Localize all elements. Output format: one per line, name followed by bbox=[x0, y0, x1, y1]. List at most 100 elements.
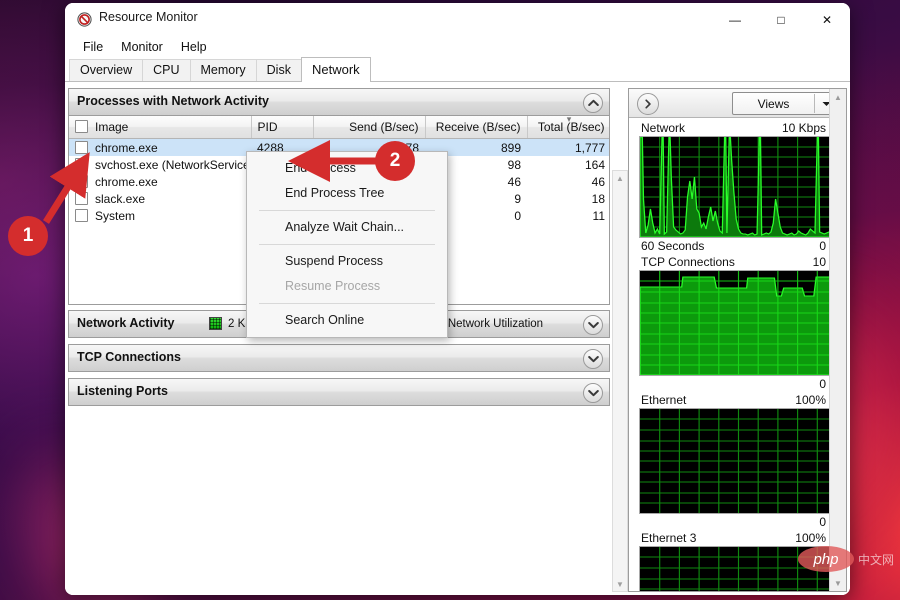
column-header-image[interactable]: Image bbox=[69, 116, 252, 139]
row-checkbox[interactable] bbox=[75, 208, 88, 222]
scroll-up-arrow-icon[interactable]: ▲ bbox=[613, 171, 627, 185]
right-pane-toolbar: Views bbox=[629, 89, 846, 118]
left-pane-scrollbar[interactable]: ▲ ▼ bbox=[612, 170, 628, 592]
table-header-row: Image PID Send (B/sec) Receive (B/sec) ▾… bbox=[69, 116, 609, 139]
tab-underline bbox=[65, 81, 850, 82]
scroll-down-arrow-icon[interactable]: ▼ bbox=[613, 577, 627, 591]
graph-footer-left: 60 Seconds bbox=[641, 239, 705, 253]
maximize-button[interactable]: □ bbox=[758, 3, 804, 36]
sort-descending-icon: ▾ bbox=[566, 116, 572, 124]
menu-item-analyze-wait-chain[interactable]: Analyze Wait Chain... bbox=[247, 215, 447, 240]
tab-strip: Overview CPU Memory Disk Network bbox=[65, 57, 850, 82]
views-button-label: Views bbox=[757, 96, 790, 111]
client-area: Processes with Network Activity Image PI… bbox=[65, 85, 850, 595]
menu-separator bbox=[259, 210, 435, 211]
menu-bar: File Monitor Help bbox=[65, 36, 850, 58]
graph-canvas bbox=[639, 136, 838, 238]
column-header-receive[interactable]: Receive (B/sec) bbox=[425, 116, 528, 139]
cell-total: 1,777 bbox=[527, 138, 609, 156]
watermark: php 中文网 bbox=[797, 546, 894, 572]
minimize-button[interactable]: — bbox=[712, 3, 758, 36]
section-header-tcp-connections[interactable]: TCP Connections bbox=[68, 344, 610, 372]
graph-title: Ethernet 3 bbox=[641, 531, 697, 545]
chevron-down-icon[interactable] bbox=[583, 315, 603, 335]
graph-footer: 60 Seconds 0 bbox=[639, 238, 838, 253]
graph-title: Network bbox=[641, 121, 686, 135]
watermark-suffix: 中文网 bbox=[857, 552, 894, 567]
graph-list: Network 10 Kbps 60 Seconds 0 TCP Connect… bbox=[629, 117, 846, 591]
section-title: Listening Ports bbox=[77, 384, 168, 398]
select-all-checkbox[interactable] bbox=[75, 120, 88, 133]
scroll-up-arrow-icon[interactable]: ▲ bbox=[830, 89, 846, 105]
column-header-send[interactable]: Send (B/sec) bbox=[313, 116, 426, 139]
scroll-down-arrow-icon[interactable]: ▼ bbox=[830, 575, 846, 591]
chevron-right-circle-icon[interactable] bbox=[637, 93, 659, 115]
menu-help[interactable]: Help bbox=[173, 38, 215, 56]
right-pane: Views Network 10 Kbps 60 Seconds 0 TCP C… bbox=[628, 88, 847, 592]
tab-network[interactable]: Network bbox=[300, 57, 371, 82]
graph-title: TCP Connections bbox=[641, 255, 735, 269]
menu-separator bbox=[259, 244, 435, 245]
menu-file[interactable]: File bbox=[75, 38, 111, 56]
chevron-down-icon[interactable] bbox=[583, 349, 603, 369]
chevron-down-icon[interactable] bbox=[583, 383, 603, 403]
section-title: TCP Connections bbox=[77, 350, 181, 364]
graph-max-value: 10 Kbps bbox=[781, 121, 826, 135]
row-checkbox[interactable] bbox=[75, 140, 88, 154]
menu-separator bbox=[259, 303, 435, 304]
cell-total: 46 bbox=[591, 174, 605, 189]
row-checkbox[interactable] bbox=[75, 191, 88, 205]
graph-footer: 0 bbox=[639, 376, 838, 391]
annotation-badge-2: 2 bbox=[375, 141, 415, 181]
graph-ethernet: Ethernet 100% 0 bbox=[639, 393, 838, 529]
graph-min-value: 0 bbox=[819, 377, 826, 391]
menu-item-suspend-process[interactable]: Suspend Process bbox=[247, 249, 447, 274]
cell-image[interactable]: slack.exe bbox=[69, 190, 251, 207]
chevron-up-icon[interactable] bbox=[583, 93, 603, 113]
resource-monitor-icon bbox=[77, 12, 92, 27]
column-header-pid[interactable]: PID bbox=[251, 116, 314, 139]
right-pane-scrollbar[interactable]: ▲ ▼ bbox=[829, 89, 846, 591]
cell-total: 164 bbox=[584, 157, 605, 172]
title-bar: Resource Monitor — □ ✕ bbox=[65, 3, 850, 36]
graph-max-value: 100% bbox=[795, 393, 826, 407]
section-header-processes[interactable]: Processes with Network Activity bbox=[68, 88, 610, 116]
section-title: Processes with Network Activity bbox=[77, 94, 269, 108]
annotation-badge-1: 1 bbox=[8, 216, 48, 256]
graph-network: Network 10 Kbps 60 Seconds 0 bbox=[639, 121, 838, 253]
tab-cpu[interactable]: CPU bbox=[142, 59, 191, 82]
process-context-menu: End Process End Process Tree Analyze Wai… bbox=[246, 151, 448, 338]
graph-tcp-connections: TCP Connections 10 0 bbox=[639, 255, 838, 391]
graph-footer: 0 bbox=[639, 514, 838, 529]
graph-max-value: 100% bbox=[795, 531, 826, 545]
row-checkbox[interactable] bbox=[75, 157, 88, 171]
watermark-brand: php bbox=[797, 546, 854, 572]
tab-memory[interactable]: Memory bbox=[189, 59, 257, 82]
tab-disk[interactable]: Disk bbox=[255, 59, 302, 82]
section-title: Network Activity bbox=[77, 316, 175, 330]
resource-monitor-window: Resource Monitor — □ ✕ File Monitor Help… bbox=[65, 3, 850, 595]
column-header-total[interactable]: ▾ Total (B/sec) bbox=[527, 116, 609, 139]
cell-image[interactable]: chrome.exe bbox=[69, 173, 251, 190]
graph-header: Ethernet 3 100% bbox=[639, 531, 838, 546]
menu-monitor[interactable]: Monitor bbox=[113, 38, 171, 56]
green-swatch-icon bbox=[209, 317, 222, 330]
graph-min-value: 0 bbox=[819, 515, 826, 529]
row-checkbox[interactable] bbox=[75, 174, 88, 188]
menu-item-end-process-tree[interactable]: End Process Tree bbox=[247, 181, 447, 206]
graph-header: Ethernet 100% bbox=[639, 393, 838, 408]
cell-total: 11 bbox=[592, 208, 605, 223]
menu-item-search-online[interactable]: Search Online bbox=[247, 308, 447, 333]
cell-total: 18 bbox=[591, 191, 605, 206]
section-header-listening-ports[interactable]: Listening Ports bbox=[68, 378, 610, 406]
tab-overview[interactable]: Overview bbox=[69, 59, 144, 82]
menu-item-resume-process: Resume Process bbox=[285, 279, 381, 293]
menu-item-end-process[interactable]: End Process bbox=[247, 156, 447, 181]
graph-canvas bbox=[639, 408, 838, 514]
cell-image[interactable]: System bbox=[69, 207, 251, 224]
close-button[interactable]: ✕ bbox=[804, 3, 850, 36]
views-button[interactable]: Views bbox=[732, 92, 838, 115]
graph-min-value: 0 bbox=[819, 239, 826, 253]
cell-image[interactable]: svchost.exe (NetworkService) bbox=[69, 156, 251, 173]
cell-image[interactable]: chrome.exe bbox=[69, 138, 251, 156]
